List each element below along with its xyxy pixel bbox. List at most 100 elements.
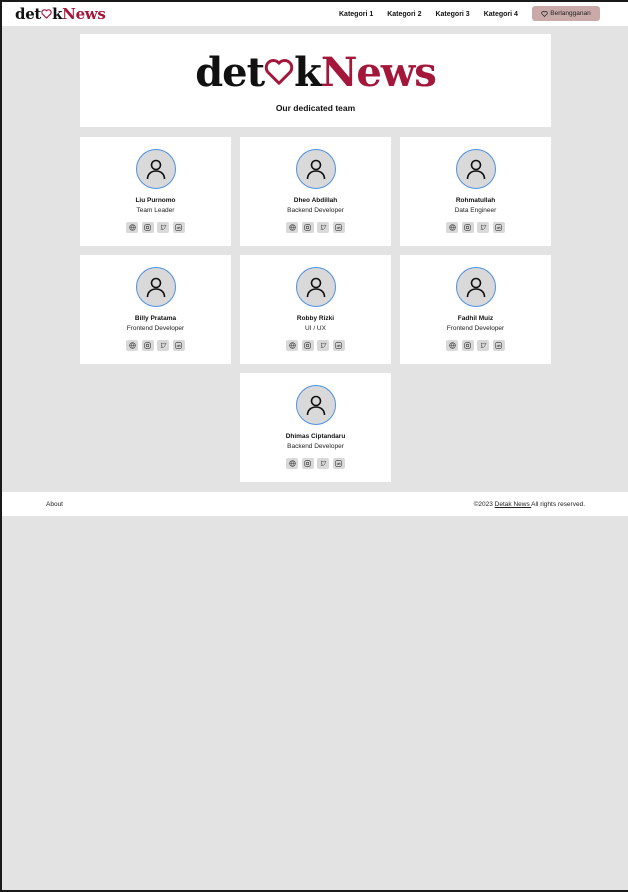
social-links — [285, 222, 347, 233]
linkedin-link[interactable] — [492, 340, 505, 351]
globe-link[interactable] — [286, 222, 299, 233]
social-links — [125, 222, 187, 233]
twitter-link[interactable] — [157, 222, 170, 233]
linkedin-link[interactable] — [332, 458, 345, 469]
globe-icon — [449, 224, 456, 231]
user-icon — [304, 275, 328, 299]
logo-text-part2: k — [52, 5, 63, 23]
linkedin-link[interactable] — [332, 340, 345, 351]
twitter-link[interactable] — [477, 340, 490, 351]
hero-subtitle: Our dedicated team — [275, 102, 356, 113]
member-name: Dhimas Ciptandaru — [285, 433, 346, 440]
footer-about-link[interactable]: About — [46, 501, 63, 508]
linkedin-icon — [335, 460, 342, 467]
social-links — [445, 222, 507, 233]
linkedin-link[interactable] — [492, 222, 505, 233]
twitter-icon — [480, 342, 487, 349]
subscribe-button[interactable]: Berlangganan — [532, 6, 600, 21]
instagram-link[interactable] — [141, 340, 154, 351]
globe-link[interactable] — [286, 458, 299, 469]
globe-link[interactable] — [286, 340, 299, 351]
instagram-icon — [304, 342, 311, 349]
globe-link[interactable] — [446, 340, 459, 351]
twitter-link[interactable] — [317, 458, 330, 469]
linkedin-icon — [335, 342, 342, 349]
instagram-link[interactable] — [301, 458, 314, 469]
member-name: Dheo Abdillah — [293, 197, 338, 204]
globe-link[interactable] — [126, 340, 139, 351]
user-icon — [304, 393, 328, 417]
globe-icon — [449, 342, 456, 349]
twitter-link[interactable] — [317, 340, 330, 351]
member-role: Team Leader — [136, 207, 175, 214]
team-card: Dheo Abdillah Backend Developer — [240, 137, 391, 246]
instagram-link[interactable] — [301, 340, 314, 351]
avatar — [455, 149, 496, 189]
user-icon — [464, 275, 488, 299]
globe-icon — [129, 224, 136, 231]
twitter-link[interactable] — [477, 222, 490, 233]
linkedin-icon — [495, 342, 502, 349]
instagram-link[interactable] — [301, 222, 314, 233]
twitter-icon — [160, 224, 167, 231]
hero-logo-part2: k — [294, 48, 322, 96]
nav-link-kategori-3[interactable]: Kategori 3 — [435, 11, 469, 18]
member-role: Frontend Developer — [126, 325, 185, 332]
heart-icon — [41, 5, 52, 23]
instagram-link[interactable] — [461, 222, 474, 233]
member-name: Liu Purnomo — [135, 197, 176, 204]
twitter-link[interactable] — [317, 222, 330, 233]
brand-logo[interactable]: det k News — [15, 5, 106, 23]
linkedin-icon — [175, 224, 182, 231]
twitter-link[interactable] — [157, 340, 170, 351]
instagram-link[interactable] — [141, 222, 154, 233]
linkedin-icon — [335, 224, 342, 231]
twitter-icon — [480, 224, 487, 231]
member-role: UI / UX — [305, 325, 326, 332]
hero-logo: det k News — [195, 48, 437, 96]
nav-link-kategori-2[interactable]: Kategori 2 — [387, 11, 421, 18]
social-links — [445, 340, 507, 351]
user-icon — [464, 157, 488, 181]
user-icon — [144, 157, 168, 181]
instagram-link[interactable] — [461, 340, 474, 351]
twitter-icon — [320, 460, 327, 467]
user-icon — [144, 275, 168, 299]
team-card: Rohmatullah Data Engineer — [400, 137, 551, 246]
globe-icon — [289, 224, 296, 231]
avatar — [135, 267, 176, 307]
footer-brand-link[interactable]: Detak News — [495, 501, 532, 508]
globe-icon — [289, 460, 296, 467]
footer: About ©2023 Detak News All rights reserv… — [2, 492, 628, 516]
globe-link[interactable] — [126, 222, 139, 233]
social-links — [285, 458, 347, 469]
copyright-prefix: ©2023 — [473, 500, 495, 508]
heart-icon — [264, 53, 294, 93]
heart-icon — [541, 10, 548, 17]
twitter-icon — [320, 224, 327, 231]
team-card: Fadhil Muiz Frontend Developer — [400, 255, 551, 364]
team-card: Robby Rizki UI / UX — [240, 255, 391, 364]
instagram-icon — [464, 224, 471, 231]
globe-link[interactable] — [446, 222, 459, 233]
team-card: Dhimas Ciptandaru Backend Developer — [240, 373, 391, 482]
nav-links: Kategori 1 Kategori 2 Kategori 3 Kategor… — [339, 2, 532, 26]
nav-link-kategori-1[interactable]: Kategori 1 — [339, 11, 373, 18]
linkedin-link[interactable] — [172, 222, 185, 233]
avatar — [295, 149, 336, 189]
hero-logo-part3: News — [320, 48, 437, 96]
twitter-icon — [320, 342, 327, 349]
subscribe-label: Berlangganan — [550, 10, 591, 17]
linkedin-link[interactable] — [172, 340, 185, 351]
linkedin-icon — [175, 342, 182, 349]
footer-copyright: ©2023 Detak News All rights reserved. — [474, 501, 585, 508]
social-links — [285, 340, 347, 351]
avatar — [455, 267, 496, 307]
social-links — [125, 340, 187, 351]
linkedin-icon — [495, 224, 502, 231]
linkedin-link[interactable] — [332, 222, 345, 233]
member-role: Backend Developer — [287, 443, 344, 450]
instagram-icon — [304, 460, 311, 467]
member-role: Frontend Developer — [446, 325, 505, 332]
nav-link-kategori-4[interactable]: Kategori 4 — [484, 11, 518, 18]
